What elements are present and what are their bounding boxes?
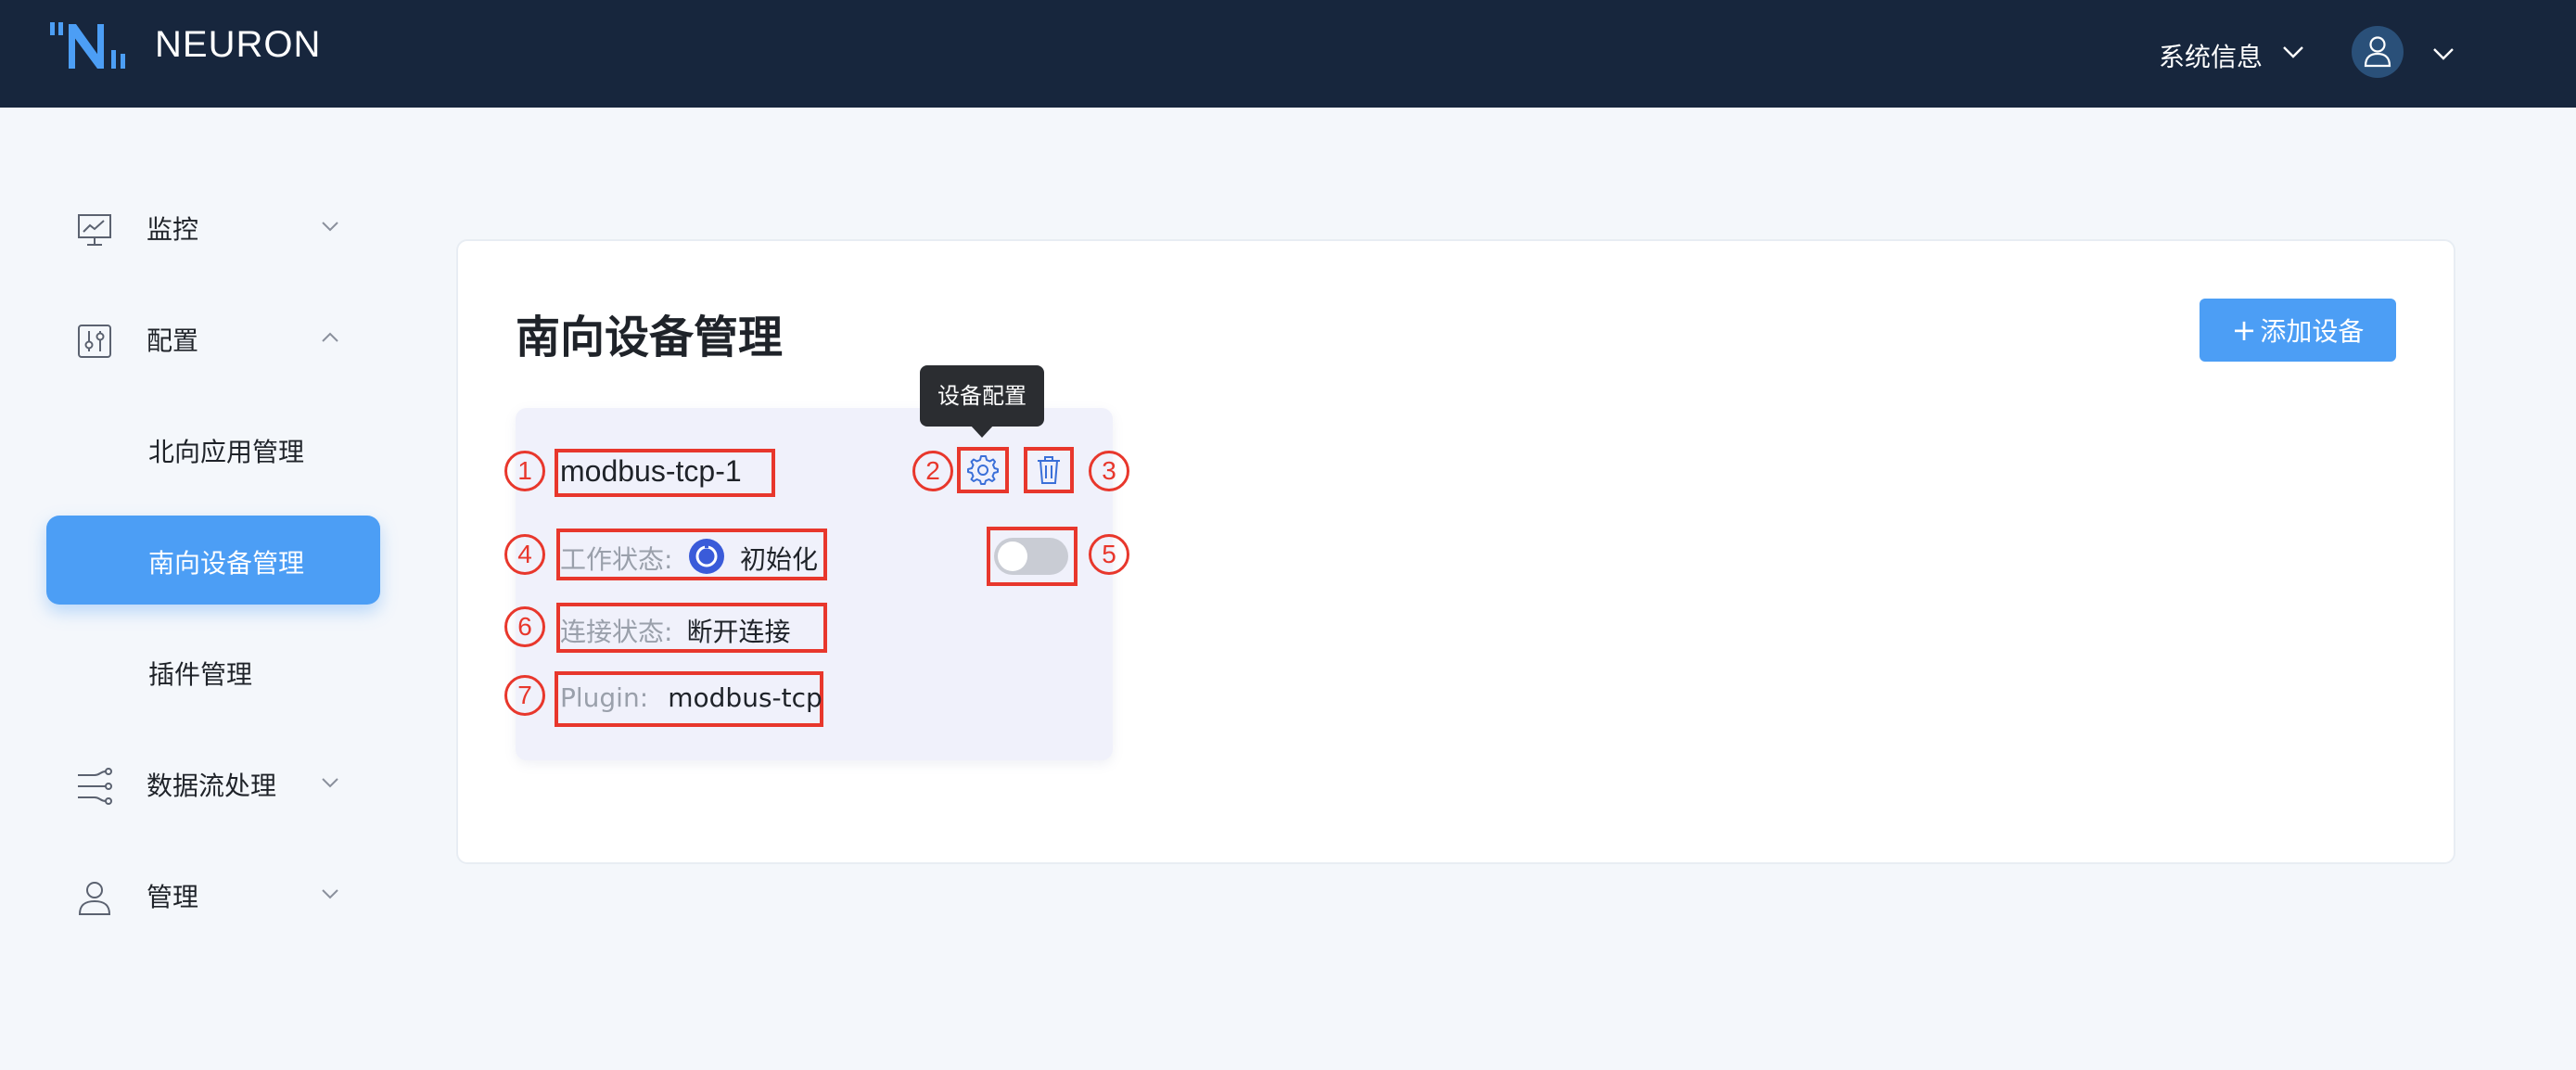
plus-icon: + (2231, 312, 2257, 348)
user-avatar[interactable] (2352, 26, 2404, 78)
plugin-value: modbus-tcp (668, 682, 823, 713)
annotation-badge-4: 4 (504, 534, 545, 575)
user-icon (78, 882, 111, 915)
sidebar-item-north-apps[interactable]: 北向应用管理 (46, 404, 380, 493)
system-info-menu[interactable]: 系统信息 (2159, 37, 2263, 74)
sidebar-item-label: 数据流处理 (147, 771, 277, 801)
tooltip-arrow (970, 425, 994, 438)
toggle-knob (998, 541, 1027, 571)
plugin-label: Plugin: (560, 682, 649, 713)
sidebar-item-label: 插件管理 (148, 659, 253, 690)
annotation-badge-1: 1 (504, 451, 545, 491)
config-sliders-icon (78, 325, 111, 358)
chevron-down-icon (322, 889, 338, 899)
logo-text: NEURON (155, 24, 322, 65)
data-flow-icon (78, 768, 112, 805)
connection-status-row: 连接状态: 断开连接 (560, 612, 791, 649)
sidebar-item-admin[interactable]: 管理 (46, 849, 380, 938)
work-status-row: 工作状态: (560, 540, 672, 577)
chevron-down-icon (322, 222, 338, 232)
sidebar-item-label: 南向设备管理 (148, 548, 305, 579)
sidebar-item-label: 监控 (147, 214, 199, 245)
page-title: 南向设备管理 (516, 312, 784, 363)
device-name[interactable]: modbus-tcp-1 (560, 454, 742, 489)
sidebar-item-south-devices[interactable]: 南向设备管理 (46, 516, 380, 605)
chevron-up-icon (322, 332, 338, 342)
annotation-badge-6: 6 (504, 606, 545, 647)
work-status-label: 工作状态: (560, 544, 673, 575)
monitor-icon (78, 214, 111, 246)
sidebar-item-label: 北向应用管理 (148, 437, 305, 467)
top-header: NEURON 系统信息 (0, 0, 2576, 108)
annotation-badge-5: 5 (1089, 534, 1129, 575)
status-running-icon (689, 539, 724, 574)
sidebar-item-monitor[interactable]: 监控 (46, 182, 380, 271)
sidebar-item-label: 管理 (147, 882, 199, 912)
sidebar-item-config[interactable]: 配置 (46, 293, 380, 382)
work-status-value: 初始化 (740, 544, 819, 575)
annotation-badge-7: 7 (504, 675, 545, 716)
annotation-badge-2: 2 (912, 451, 953, 491)
user-icon (2364, 36, 2391, 68)
connection-status-label: 连接状态: (560, 617, 673, 647)
gear-icon[interactable] (967, 454, 999, 486)
work-status-value-wrap: 初始化 (740, 540, 818, 577)
add-device-label: 添加设备 (2260, 316, 2365, 347)
chevron-down-icon[interactable] (2431, 46, 2455, 61)
connection-status-value: 断开连接 (686, 617, 791, 647)
device-enable-toggle[interactable] (994, 538, 1068, 575)
annotation-badge-3: 3 (1089, 451, 1129, 491)
trash-icon[interactable] (1036, 455, 1062, 485)
plugin-row: Plugin: modbus-tcp (560, 682, 823, 713)
add-device-button[interactable]: + 添加设备 (2200, 299, 2396, 362)
chevron-down-icon[interactable] (2281, 45, 2305, 59)
sidebar-item-label: 配置 (147, 325, 199, 356)
tooltip: 设备配置 (920, 365, 1044, 427)
sidebar-item-data-flow[interactable]: 数据流处理 (46, 738, 380, 827)
neuron-logo-icon (50, 22, 125, 69)
sidebar-item-plugins[interactable]: 插件管理 (46, 627, 380, 716)
chevron-down-icon (322, 778, 338, 788)
